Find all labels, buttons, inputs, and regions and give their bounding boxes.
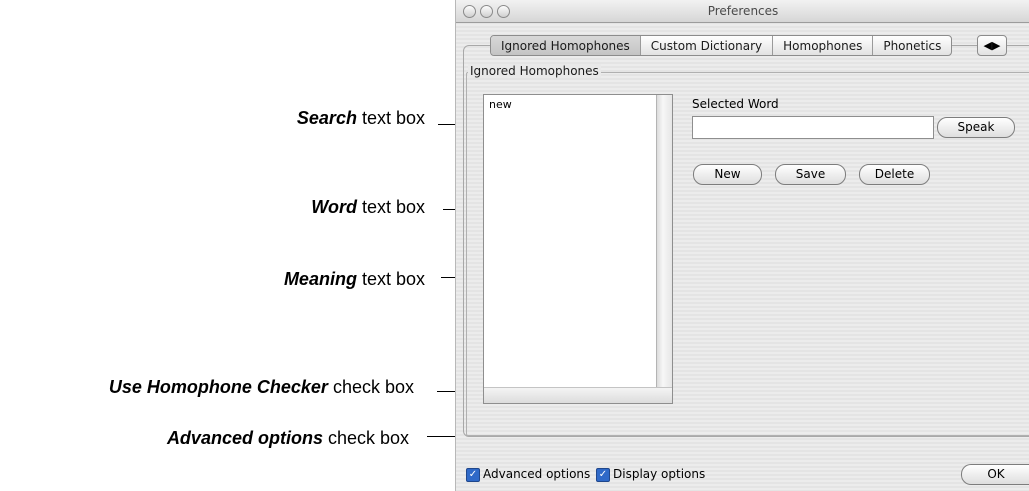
tab-phonetics[interactable]: Phonetics xyxy=(873,36,951,55)
speak-button[interactable]: Speak xyxy=(937,117,1015,138)
callout-search: Search text box xyxy=(297,108,425,129)
display-options-checkbox[interactable]: ✓ xyxy=(596,468,610,482)
callout-homophone-checker-bold: Use Homophone Checker xyxy=(108,377,328,397)
callout-meaning: Meaning text box xyxy=(284,269,425,290)
callout-search-rest: text box xyxy=(356,108,425,128)
callout-advanced-options-rest: check box xyxy=(322,428,409,448)
callout-advanced-options-bold: Advanced options xyxy=(166,428,323,448)
tab-ignored-homophones[interactable]: Ignored Homophones xyxy=(491,36,641,55)
selected-word-field[interactable] xyxy=(692,116,934,139)
list-item[interactable]: new xyxy=(489,98,512,111)
callout-meaning-bold: Meaning xyxy=(283,269,357,289)
tab-scroll-arrows-icon[interactable]: ◀▶ xyxy=(977,35,1007,56)
callout-search-bold: Search xyxy=(296,108,357,128)
callout-word-rest: text box xyxy=(356,197,425,217)
display-options-label: Display options xyxy=(613,467,706,481)
selected-word-label: Selected Word xyxy=(692,97,779,111)
horizontal-scrollbar[interactable] xyxy=(484,387,672,403)
callout-word: Word text box xyxy=(311,197,425,218)
tab-custom-dictionary[interactable]: Custom Dictionary xyxy=(641,36,774,55)
save-button[interactable]: Save xyxy=(775,164,846,185)
ok-button[interactable]: OK xyxy=(961,464,1029,485)
callout-homophone-checker: Use Homophone Checker check box xyxy=(109,377,414,398)
tab-homophones[interactable]: Homophones xyxy=(773,36,874,55)
callout-advanced-options: Advanced options check box xyxy=(167,428,409,449)
tab-bar: Ignored Homophones Custom Dictionary Hom… xyxy=(490,35,953,56)
callout-meaning-rest: text box xyxy=(356,269,425,289)
group-label: Ignored Homophones xyxy=(468,64,601,78)
new-button[interactable]: New xyxy=(693,164,762,185)
title-bar: Preferences xyxy=(456,0,1029,23)
advanced-options-checkbox[interactable]: ✓ xyxy=(466,468,480,482)
advanced-options-label: Advanced options xyxy=(483,467,591,481)
preferences-window: Preferences Ignored Homophones Custom Di… xyxy=(455,0,1029,491)
ignored-words-list[interactable]: new xyxy=(483,94,673,404)
vertical-scrollbar[interactable] xyxy=(656,95,672,387)
window-title: Preferences xyxy=(707,4,779,18)
delete-button[interactable]: Delete xyxy=(859,164,930,185)
callout-word-bold: Word xyxy=(311,197,357,217)
callout-homophone-checker-rest: check box xyxy=(327,377,414,397)
